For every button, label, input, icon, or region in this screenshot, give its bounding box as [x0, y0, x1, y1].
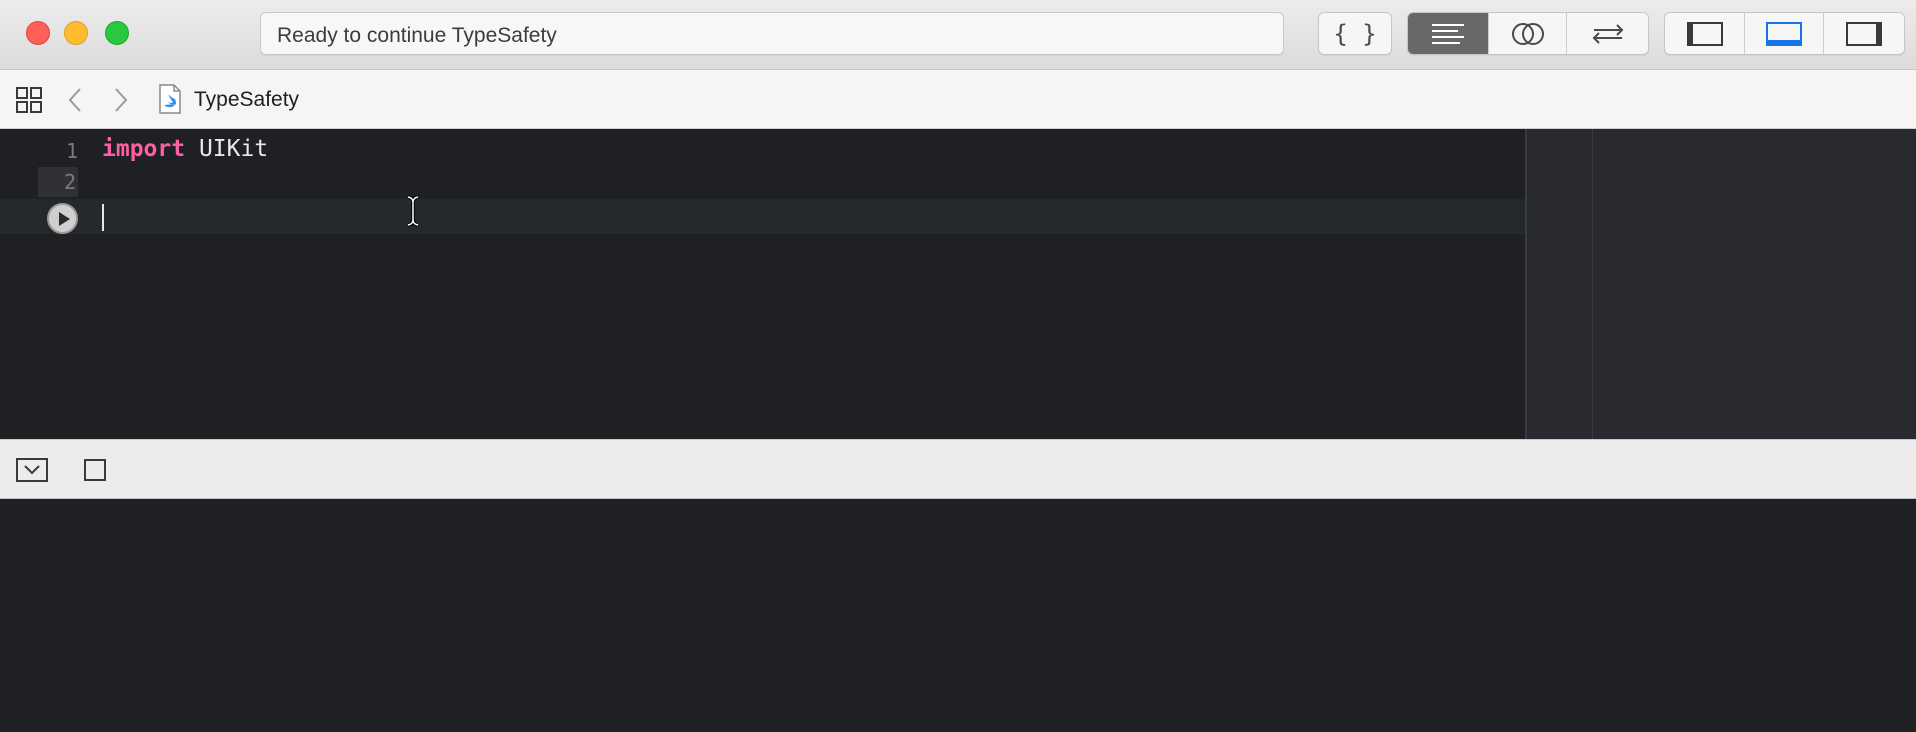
code-text: UIKit [185, 136, 269, 162]
utilities-toggle-button[interactable] [1824, 13, 1904, 54]
debug-area-toggle-button[interactable] [1745, 13, 1824, 54]
standard-editor-button[interactable] [1408, 13, 1489, 54]
jump-bar: TypeSafety [0, 70, 1916, 129]
hide-debug-area-icon[interactable] [16, 458, 48, 482]
left-panel-icon [1686, 21, 1723, 46]
debug-bar [0, 439, 1916, 499]
run-playground-button[interactable] [47, 203, 78, 234]
swift-file-icon [159, 84, 181, 114]
results-divider [1592, 129, 1593, 439]
right-panel-icon [1846, 21, 1882, 46]
results-sidebar [1525, 129, 1916, 439]
library-button-group: { } [1318, 12, 1392, 55]
assistant-editor-button[interactable] [1489, 13, 1567, 54]
window-titlebar: Ready to continue TypeSafety { } [0, 0, 1916, 70]
line-number: 2 [38, 167, 78, 197]
text-caret [102, 204, 104, 231]
forward-arrow-icon[interactable] [112, 87, 130, 113]
related-items-grid-icon[interactable] [16, 87, 42, 113]
play-icon [59, 212, 70, 226]
lines-icon [1432, 23, 1464, 44]
activity-status-text: Ready to continue TypeSafety [277, 24, 557, 47]
bottom-panel-icon [1766, 21, 1802, 46]
swap-arrows-icon [1592, 23, 1623, 44]
code-keyword: import [102, 136, 186, 162]
view-toggle-segmented-control [1664, 12, 1905, 55]
source-editor[interactable]: 1 2 import UIKit [0, 129, 1525, 439]
zoom-window-button[interactable] [105, 21, 129, 45]
braces-icon: { } [1333, 19, 1377, 48]
code-line[interactable]: import UIKit [102, 136, 268, 162]
activity-status-field: Ready to continue TypeSafety [260, 12, 1284, 55]
version-editor-button[interactable] [1567, 13, 1648, 54]
library-button[interactable]: { } [1319, 13, 1391, 54]
current-line-highlight [0, 199, 1525, 234]
interlocking-circles-icon [1511, 22, 1544, 45]
back-arrow-icon[interactable] [66, 87, 84, 113]
editor-mode-segmented-control [1407, 12, 1649, 55]
line-number: 1 [65, 139, 78, 163]
navigator-toggle-button[interactable] [1665, 13, 1745, 54]
ibeam-cursor-icon [407, 195, 419, 227]
close-window-button[interactable] [26, 21, 50, 45]
stop-square-icon[interactable] [84, 459, 106, 481]
minimize-window-button[interactable] [64, 21, 88, 45]
jump-bar-file-name[interactable]: TypeSafety [194, 88, 299, 112]
console-output-area[interactable] [0, 499, 1916, 732]
